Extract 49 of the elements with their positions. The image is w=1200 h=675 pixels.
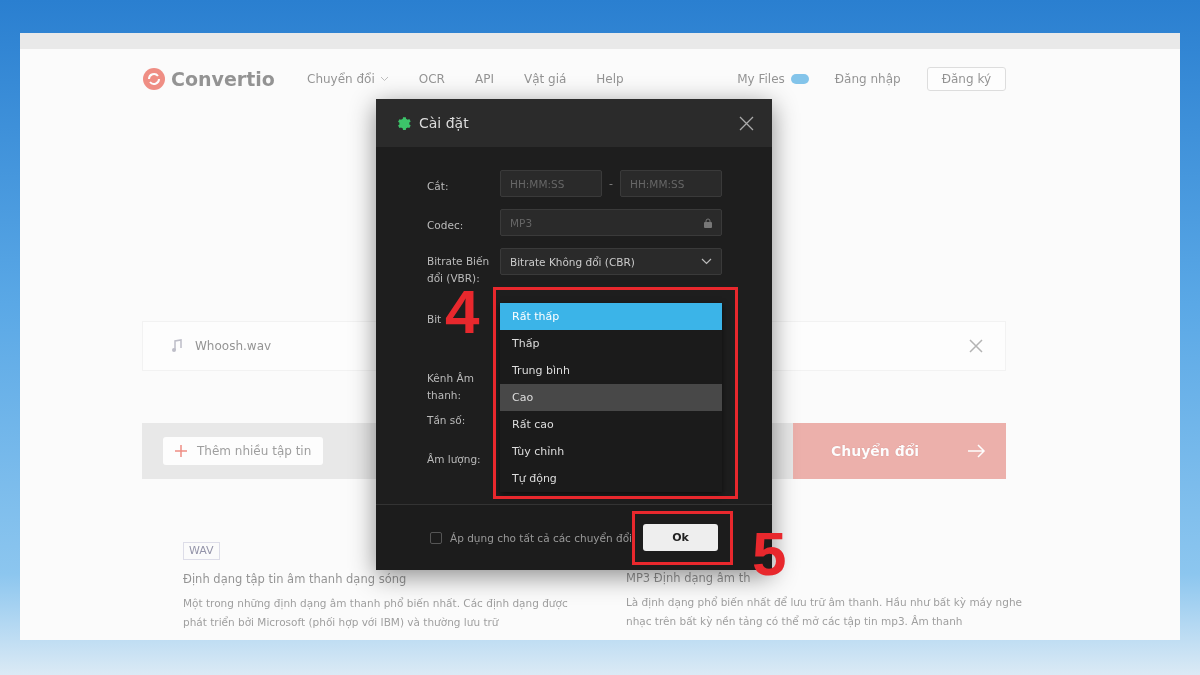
format-title: Định dạng tập tin âm thanh dạng sóng xyxy=(183,572,408,586)
field-label: Cắt: xyxy=(427,179,449,194)
field-label: Kênh Âm thanh: xyxy=(427,371,475,403)
field-label: Bit xyxy=(427,312,442,327)
dropdown-option[interactable]: Trung bình xyxy=(500,357,722,384)
dialog-title: Cài đặt xyxy=(419,115,469,131)
codec-field: MP3 xyxy=(500,209,722,236)
bitrate-mode-select[interactable]: Bitrate Không đổi (CBR) xyxy=(500,248,722,275)
format-title: MP3 Định dạng âm th xyxy=(626,571,752,585)
dropdown-option[interactable]: Rất thấp xyxy=(500,303,722,330)
checkbox[interactable] xyxy=(430,531,442,544)
plus-icon xyxy=(175,445,187,457)
apply-all-label: Áp dụng cho tất cả các chuyển đổi xyxy=(450,531,633,544)
logo-text[interactable]: Convertio xyxy=(171,68,275,90)
caret-icon xyxy=(379,76,389,82)
format-description: Là định dạng phổ biến nhất để lưu trữ âm thanh. Hầu như bất kỳ máy nghe nhạc trên bất kỳ nền tảng có thể mở các tập tin mp3. Âm thanh xyxy=(626,595,1024,630)
dropdown-option[interactable]: Cao xyxy=(500,384,722,411)
dropdown-option[interactable]: Rất cao xyxy=(500,411,722,438)
logo-icon xyxy=(142,67,166,91)
lock-icon xyxy=(704,217,712,228)
convert-button[interactable]: Chuyển đổi xyxy=(793,423,1006,479)
files-badge xyxy=(790,74,809,84)
music-note-icon xyxy=(171,339,183,353)
format-badge: WAV xyxy=(183,542,220,560)
close-icon[interactable] xyxy=(739,115,754,131)
chevron-down-icon xyxy=(701,258,712,265)
login-link[interactable]: Đăng nhập xyxy=(834,72,901,86)
nav-link[interactable]: Chuyển đổi xyxy=(307,72,389,86)
file-name: Whoosh.wav xyxy=(195,339,272,353)
format-description: Một trong những định dạng âm thanh phổ biến nhất. Các định dạng được phát triển bởi Microsoft (phối hợp với IBM) và thường lưu trữ xyxy=(183,596,569,631)
gear-icon xyxy=(396,115,411,131)
field-label: Codec: xyxy=(427,218,464,233)
start-time-field[interactable]: HH:MM:SS xyxy=(500,170,602,197)
signup-button[interactable]: Đăng ký xyxy=(926,67,1006,91)
range-separator: - xyxy=(608,177,614,190)
nav-link[interactable]: OCR xyxy=(418,72,445,86)
field-label: Âm lượng: xyxy=(427,452,481,468)
arrow-right-icon xyxy=(968,444,986,458)
field-label: Tần số: xyxy=(427,413,466,428)
dropdown-option[interactable]: Thấp xyxy=(500,330,722,357)
my-files-link[interactable]: My Files xyxy=(737,72,785,86)
dropdown-option[interactable]: Tùy chỉnh xyxy=(500,438,722,465)
add-files-button[interactable]: Thêm nhiều tập tin xyxy=(163,437,324,465)
nav-link[interactable]: Vật giá xyxy=(523,72,567,86)
end-time-field[interactable]: HH:MM:SS xyxy=(620,170,722,197)
nav-link[interactable]: Help xyxy=(596,72,624,86)
nav-link[interactable]: API xyxy=(474,72,494,86)
dropdown-option[interactable]: Tự động xyxy=(500,465,722,492)
ok-button[interactable]: Ok xyxy=(643,524,718,551)
